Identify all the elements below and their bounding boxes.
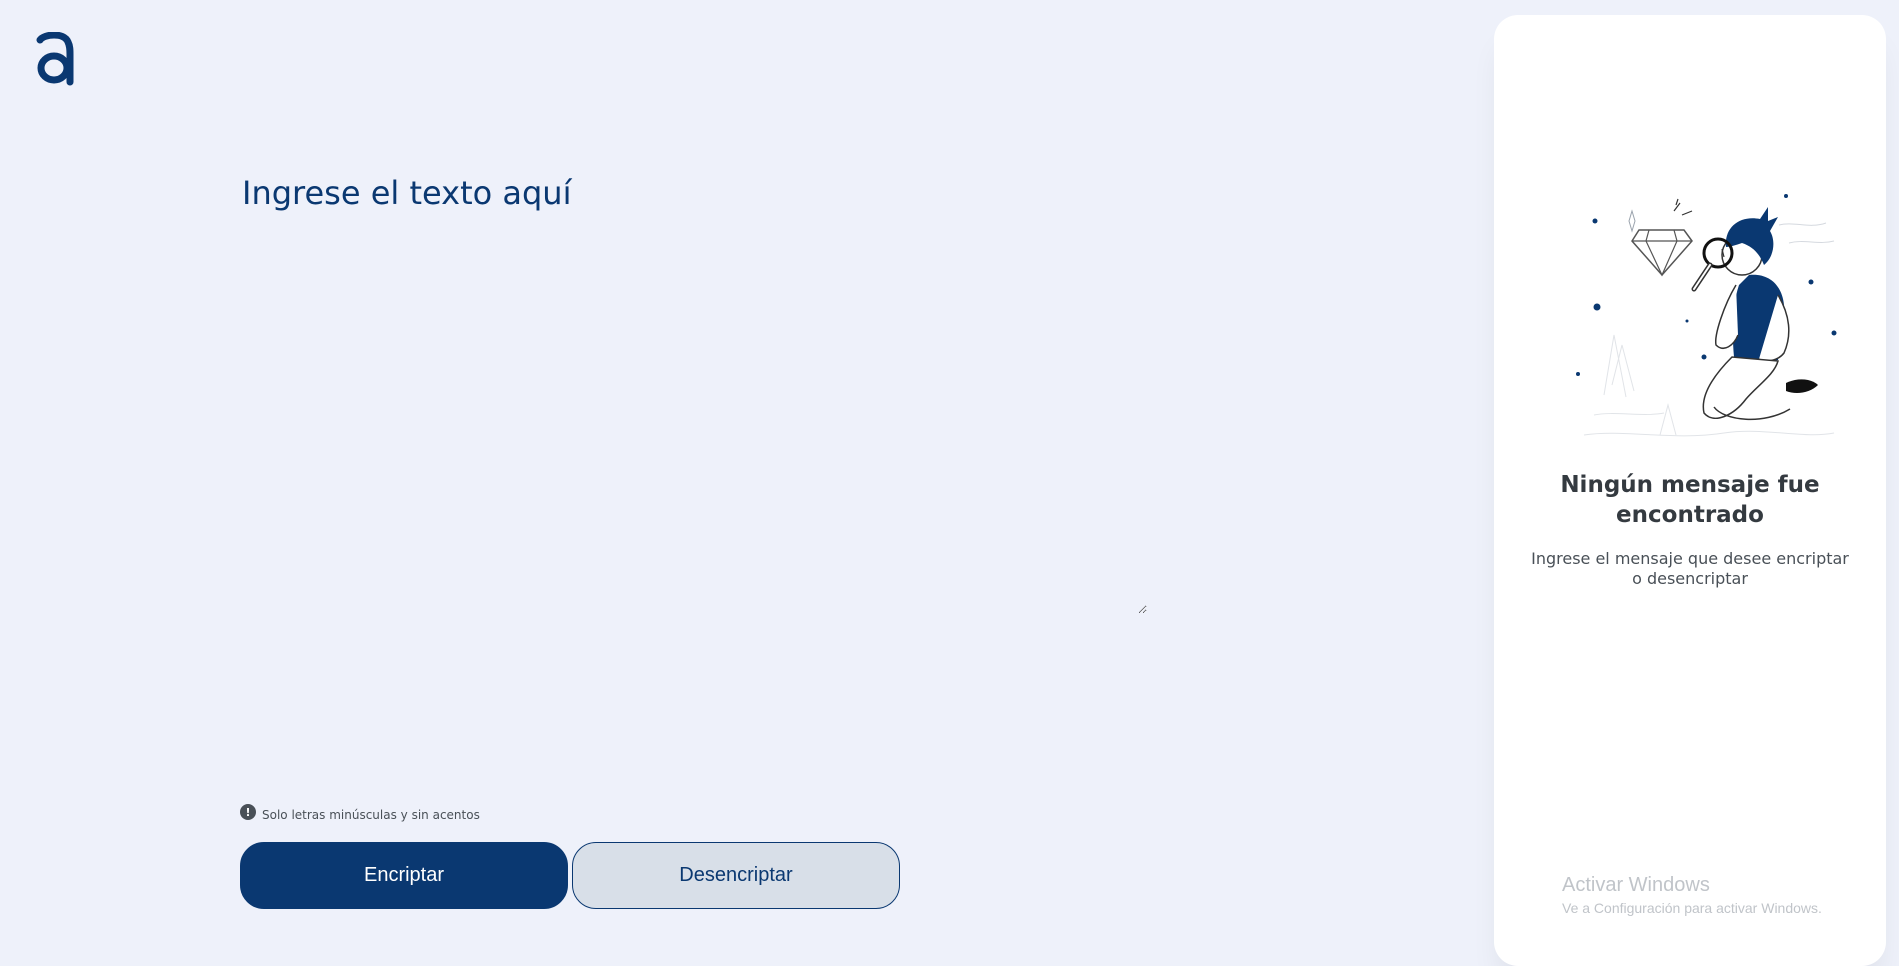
decrypt-button-label: Desencriptar	[679, 864, 793, 886]
message-input[interactable]	[242, 170, 1147, 614]
output-panel: Ningún mensaje fue encontrado Ingrese el…	[1494, 15, 1886, 966]
no-message-title: Ningún mensaje fue encontrado	[1560, 472, 1820, 528]
windows-activation-watermark: Activar Windows Ve a Configuración para …	[1562, 872, 1822, 918]
encrypt-button[interactable]: Encriptar	[240, 842, 568, 909]
input-hint: ! Solo letras minúsculas y sin acentos	[240, 804, 480, 822]
alura-logo-icon[interactable]	[34, 32, 76, 86]
activation-subtitle: Ve a Configuración para activar Windows.	[1562, 900, 1822, 916]
page: ! Solo letras minúsculas y sin acentos E…	[0, 0, 1899, 966]
activation-title: Activar Windows	[1562, 874, 1710, 896]
decrypt-button[interactable]: Desencriptar	[572, 842, 900, 909]
encrypt-button-label: Encriptar	[363, 864, 445, 886]
hint-text: Solo letras minúsculas y sin acentos	[262, 808, 480, 822]
boy-with-magnifying-glass-illustration	[1576, 194, 1837, 437]
info-exclamation-icon: !	[240, 804, 256, 820]
no-message-description: Ingrese el mensaje que desee encriptar o…	[1531, 549, 1849, 588]
